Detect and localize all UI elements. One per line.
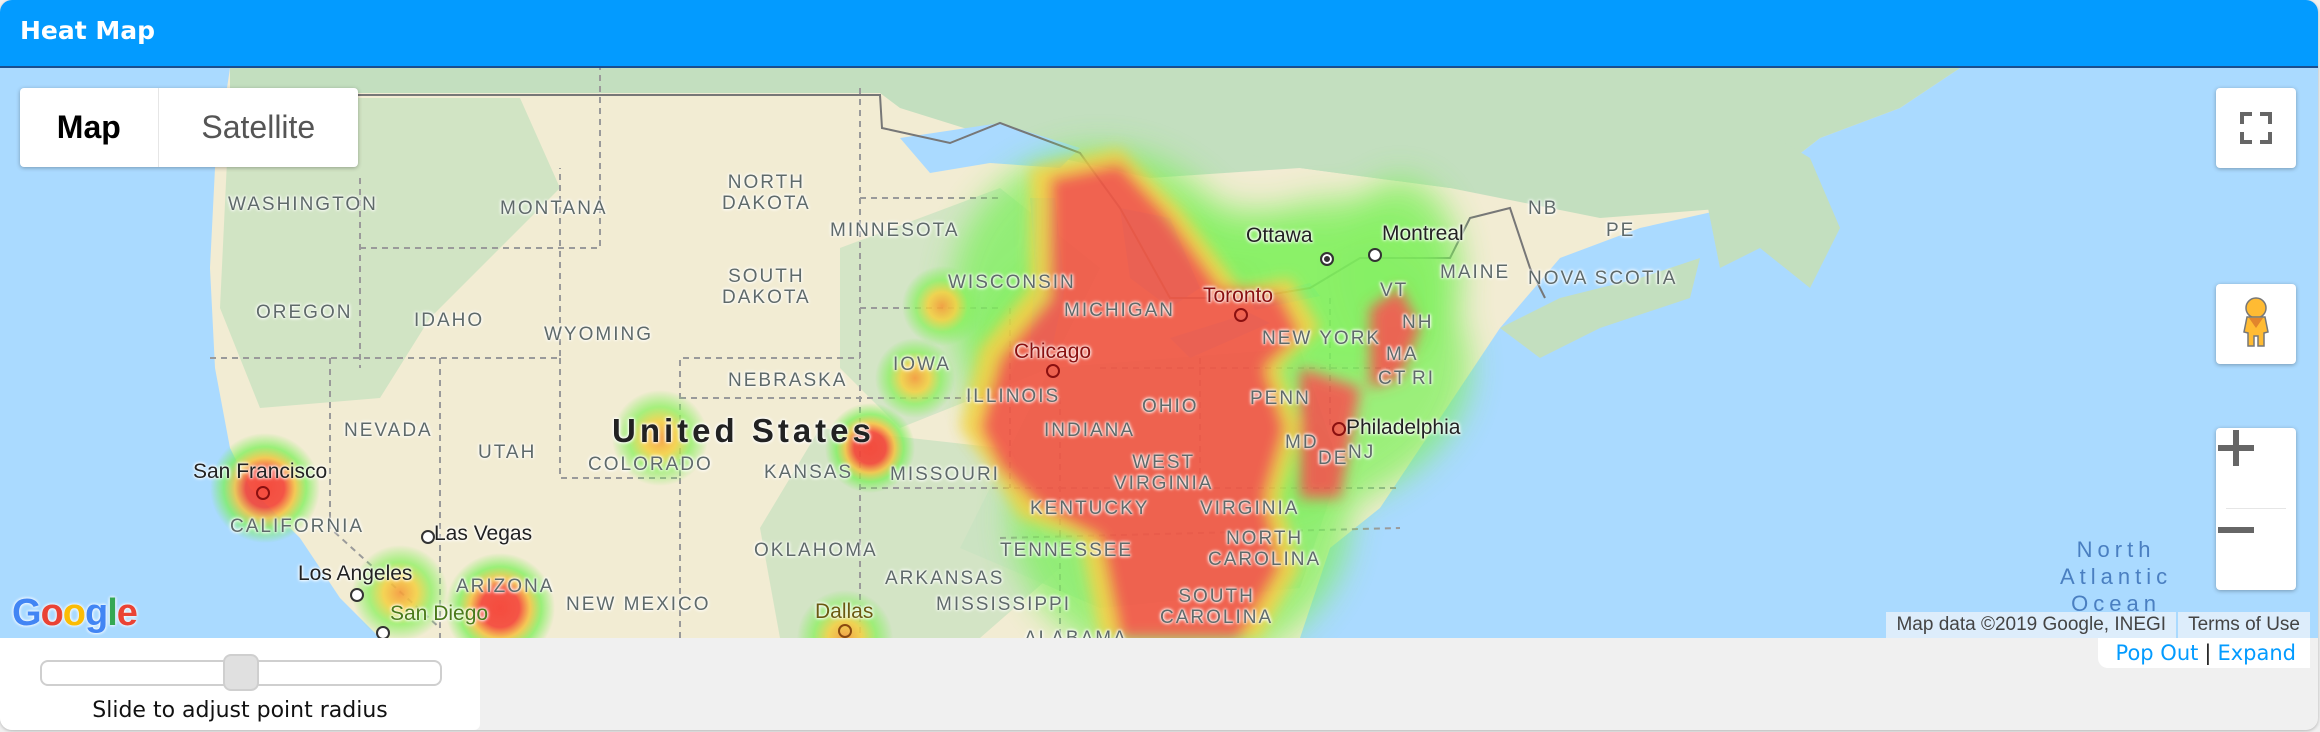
- label-arizona: ARIZONA: [456, 576, 555, 597]
- label-arkansas: ARKANSAS: [885, 568, 1005, 589]
- label-virginia: VIRGINIA: [1200, 498, 1300, 519]
- slider-label: Slide to adjust point radius: [92, 698, 388, 723]
- map-type-control: Map Satellite: [20, 88, 358, 167]
- label-kentucky: KENTUCKY: [1030, 498, 1150, 519]
- map-type-map-button[interactable]: Map: [20, 88, 158, 167]
- label-iowa: IOWA: [893, 354, 951, 375]
- map-canvas[interactable]: WASHINGTON MONTANA NORTH DAKOTA MINNESOT…: [0, 68, 2318, 638]
- label-new-york: NEW YORK: [1262, 328, 1382, 349]
- label-san-francisco: San Francisco: [193, 460, 328, 483]
- label-ct: CT: [1378, 368, 1408, 389]
- label-ottawa: Ottawa: [1246, 224, 1313, 247]
- label-south-carolina: SOUTH CAROLINA: [1160, 586, 1274, 628]
- label-kansas: KANSAS: [764, 462, 854, 483]
- label-alabama: ALABAMA: [1024, 628, 1128, 638]
- label-nova-scotia: NOVA SCOTIA: [1528, 268, 1678, 289]
- pop-out-link[interactable]: Pop Out: [2116, 641, 2199, 665]
- label-washington: WASHINGTON: [228, 194, 378, 215]
- link-separator: |: [2204, 641, 2212, 665]
- label-san-diego: San Diego: [390, 602, 489, 625]
- label-missouri: MISSOURI: [890, 464, 1000, 485]
- city-marker-montreal: [1368, 248, 1382, 262]
- label-ri: RI: [1412, 368, 1435, 389]
- city-marker-dallas: [838, 624, 852, 638]
- label-illinois: ILLINOIS: [966, 386, 1061, 407]
- card-header: Heat Map: [0, 0, 2318, 68]
- card-title: Heat Map: [20, 16, 156, 45]
- label-las-vegas: Las Vegas: [434, 522, 533, 545]
- city-marker-san-diego: [376, 626, 390, 638]
- point-radius-slider[interactable]: [40, 654, 442, 691]
- label-montana: MONTANA: [500, 198, 608, 219]
- fullscreen-icon: [2240, 112, 2272, 144]
- minus-icon: [2218, 527, 2254, 533]
- radius-slider-panel: Slide to adjust point radius: [0, 638, 480, 730]
- expand-link[interactable]: Expand: [2217, 641, 2296, 665]
- city-marker-philadelphia: [1332, 422, 1346, 436]
- google-logo[interactable]: Google: [12, 592, 138, 635]
- label-colorado: COLORADO: [588, 454, 713, 475]
- label-chicago: Chicago: [1014, 340, 1092, 363]
- label-new-mexico: NEW MEXICO: [566, 594, 711, 615]
- fullscreen-button[interactable]: [2216, 88, 2296, 168]
- heat-map-card: Heat Map WASHINGTON MONTANA NORTH DAKOTA…: [0, 0, 2318, 730]
- city-marker-chicago: [1046, 364, 1060, 378]
- label-south-dakota: SOUTH DAKOTA: [722, 266, 811, 308]
- label-north-dakota: NORTH DAKOTA: [722, 172, 811, 214]
- label-california: CALIFORNIA: [230, 516, 365, 537]
- label-ma: MA: [1386, 344, 1419, 365]
- label-dallas: Dallas: [815, 600, 874, 623]
- city-marker-las-vegas: [421, 530, 435, 544]
- label-mississippi: MISSISSIPPI: [936, 594, 1071, 615]
- label-nebraska: NEBRASKA: [728, 370, 848, 391]
- zoom-control: [2216, 428, 2296, 590]
- label-md: MD: [1285, 432, 1319, 453]
- label-wisconsin: WISCONSIN: [948, 272, 1076, 293]
- label-indiana: INDIANA: [1044, 420, 1136, 441]
- label-penn: PENN: [1250, 388, 1311, 409]
- label-west-virginia: WEST VIRGINIA: [1114, 452, 1214, 494]
- label-nb: NB: [1528, 198, 1559, 219]
- label-ohio: OHIO: [1142, 396, 1199, 417]
- map-type-satellite-button[interactable]: Satellite: [157, 88, 358, 167]
- label-north-carolina: NORTH CAROLINA: [1208, 528, 1322, 570]
- label-michigan: MICHIGAN: [1064, 300, 1175, 321]
- street-view-button[interactable]: [2216, 284, 2296, 364]
- street-view-pegman-icon: [2243, 297, 2269, 347]
- label-los-angeles: Los Angeles: [298, 562, 413, 585]
- plus-icon: [2218, 430, 2254, 466]
- map-data-credit: Map data ©2019 Google, INEGI: [1886, 612, 2177, 638]
- label-united-states: United States: [612, 412, 875, 449]
- heat-spot-iowa: [875, 338, 955, 418]
- widget-links: Pop Out | Expand: [2097, 638, 2310, 668]
- city-marker-los-angeles: [350, 588, 364, 602]
- label-nj: NJ: [1348, 442, 1376, 463]
- city-marker-san-francisco: [256, 486, 270, 500]
- zoom-in-button[interactable]: [2216, 428, 2296, 508]
- label-toronto: Toronto: [1203, 284, 1274, 307]
- map-attribution: Map data ©2019 Google, INEGI Terms of Us…: [1886, 612, 2310, 638]
- label-nh: NH: [1402, 312, 1434, 333]
- label-oregon: OREGON: [256, 302, 353, 323]
- label-north-atlantic-ocean: North Atlantic Ocean: [2060, 537, 2173, 616]
- label-pe: PE: [1606, 220, 1636, 241]
- label-philadelphia: Philadelphia: [1346, 416, 1461, 439]
- capital-marker-ottawa: [1320, 252, 1334, 266]
- label-idaho: IDAHO: [414, 310, 485, 331]
- label-wyoming: WYOMING: [544, 324, 653, 345]
- label-utah: UTAH: [478, 442, 537, 463]
- label-vt: VT: [1380, 280, 1409, 301]
- slider-thumb[interactable]: [223, 654, 259, 691]
- label-montreal: Montreal: [1382, 222, 1464, 245]
- terms-of-use-link[interactable]: Terms of Use: [2178, 612, 2310, 638]
- label-maine: MAINE: [1440, 262, 1511, 283]
- label-oklahoma: OKLAHOMA: [754, 540, 878, 561]
- city-marker-toronto: [1234, 308, 1248, 322]
- label-de: DE: [1318, 448, 1349, 469]
- zoom-divider: [2226, 508, 2286, 509]
- zoom-out-button[interactable]: [2216, 510, 2296, 590]
- label-tennessee: TENNESSEE: [1000, 540, 1134, 561]
- label-nevada: NEVADA: [344, 420, 433, 441]
- label-minnesota: MINNESOTA: [830, 220, 960, 241]
